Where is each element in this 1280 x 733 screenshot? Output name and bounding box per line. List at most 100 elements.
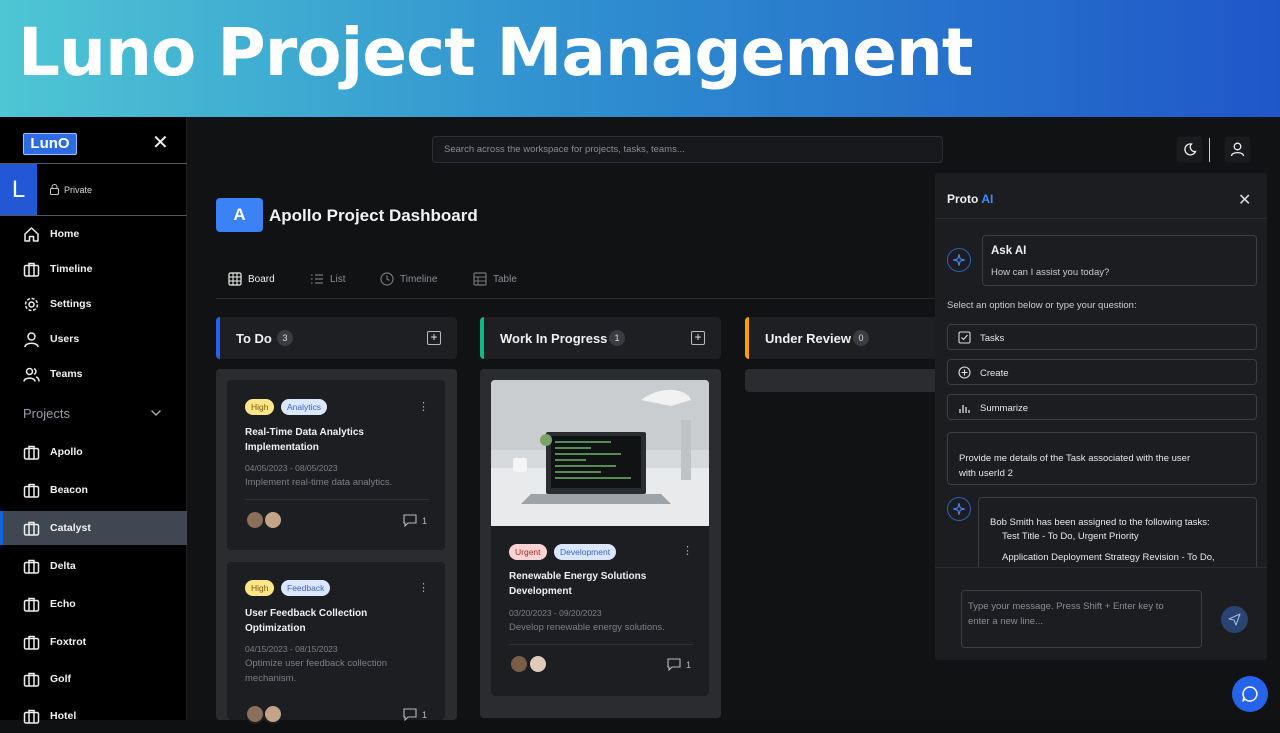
ai-option-create[interactable]: Create: [947, 359, 1257, 385]
projects-section-header[interactable]: Projects: [23, 406, 70, 421]
task-title: User Feedback Collection Optimization: [245, 608, 368, 634]
lock-icon: [50, 184, 59, 195]
chat-button[interactable]: [1232, 676, 1268, 712]
users-icon: [23, 367, 40, 382]
user-profile-icon[interactable]: [1224, 136, 1251, 163]
tab-timeline[interactable]: Timeline: [380, 271, 442, 291]
priority-badge: High: [245, 399, 275, 415]
comment-icon[interactable]: [403, 514, 417, 527]
column-count-badge: 3: [277, 330, 293, 346]
grid-icon: [228, 272, 242, 286]
avatar[interactable]: [263, 510, 283, 530]
column-count-badge: 0: [853, 330, 869, 346]
comment-icon[interactable]: [403, 708, 417, 721]
workspace-visibility: Private: [64, 185, 93, 195]
send-icon: [1228, 613, 1241, 626]
column-title: To Do: [236, 331, 272, 346]
tab-list[interactable]: List: [310, 271, 350, 291]
avatar[interactable]: [245, 510, 265, 530]
tab-table[interactable]: Table: [473, 271, 523, 291]
clock-icon: [380, 272, 394, 286]
project-item-apollo[interactable]: Apollo: [0, 435, 187, 469]
card-divider: [245, 499, 429, 500]
project-item-label: Hotel: [50, 710, 77, 722]
workspace-avatar: L: [0, 164, 37, 215]
project-item-golf[interactable]: Golf: [0, 662, 187, 696]
task-description: Develop renewable energy solutions.: [509, 622, 665, 633]
task-title: Renewable Energy Solutions Development: [509, 571, 647, 597]
dark-mode-toggle-icon[interactable]: [1176, 136, 1203, 163]
sidebar-item-settings[interactable]: Settings: [0, 287, 187, 321]
view-tabs: Board List Timeline Table: [216, 263, 936, 299]
avatar[interactable]: [245, 704, 265, 724]
task-dates: 03/20/2023 - 09/20/2023: [509, 608, 602, 618]
more-options-icon[interactable]: ⋮: [418, 583, 429, 594]
tab-board[interactable]: Board: [228, 271, 278, 291]
avatar[interactable]: [528, 654, 548, 674]
project-item-echo[interactable]: Echo: [0, 587, 187, 621]
column-color-bar: [216, 317, 220, 359]
app-logo[interactable]: LunO: [23, 133, 77, 155]
global-search-input[interactable]: Search across the workspace for projects…: [432, 136, 943, 163]
divider: [935, 567, 1267, 568]
project-item-beacon[interactable]: Beacon: [0, 473, 187, 507]
app-window: LunO ✕ L Private Home Timeline Settings …: [0, 117, 1280, 724]
sidebar-close-icon[interactable]: ✕: [152, 132, 169, 154]
laptop-desk-image: [491, 380, 709, 526]
user-message-bubble: Provide me details of the Task associate…: [947, 432, 1257, 485]
sparkle-icon: [947, 497, 971, 521]
briefcase-icon: [23, 521, 40, 536]
project-item-delta[interactable]: Delta: [0, 549, 187, 583]
promo-banner: Luno Project Management: [0, 0, 1280, 117]
column-body-todo: High Analytics ⋮ Real-Time Data Analytic…: [216, 369, 457, 724]
sidebar-item-home[interactable]: Home: [0, 217, 187, 251]
project-item-foxtrot[interactable]: Foxtrot: [0, 625, 187, 659]
ai-greeting-bubble: Ask AI How can I assist you today?: [982, 235, 1257, 286]
avatar[interactable]: [509, 654, 529, 674]
topbar-divider: [1209, 138, 1210, 162]
add-task-button[interactable]: +: [691, 331, 705, 345]
bar-chart-icon: [959, 405, 970, 413]
comment-icon[interactable]: [667, 658, 681, 671]
project-item-label: Echo: [50, 598, 76, 610]
task-card[interactable]: Urgent Development ⋮ Renewable Energy So…: [491, 380, 709, 696]
workspace-switcher[interactable]: L Private: [0, 163, 187, 216]
ai-assistant-panel: Proto AI ✕ Ask AI How can I assist you to…: [935, 173, 1267, 660]
chevron-down-icon[interactable]: [150, 408, 162, 418]
ai-message-input[interactable]: Type your message. Press Shift + Enter k…: [961, 590, 1202, 648]
column-title: Under Review: [765, 331, 851, 346]
sidebar-item-users[interactable]: Users: [0, 322, 187, 356]
avatar[interactable]: [263, 704, 283, 724]
column-color-bar: [480, 317, 484, 359]
project-item-catalyst[interactable]: Catalyst: [0, 511, 187, 545]
task-description: Implement real-time data analytics.: [245, 477, 393, 488]
more-options-icon[interactable]: ⋮: [418, 402, 429, 413]
sidebar-item-timeline[interactable]: Timeline: [0, 252, 187, 286]
comment-count: 1: [422, 516, 428, 526]
briefcase-icon: [23, 672, 40, 687]
close-icon[interactable]: ✕: [1238, 190, 1251, 210]
add-task-button[interactable]: +: [427, 331, 441, 345]
card-divider: [509, 644, 693, 645]
ai-response-bubble: Bob Smith has been assigned to the follo…: [978, 497, 1257, 567]
page-title: Apollo Project Dashboard: [269, 206, 478, 225]
task-card[interactable]: High Feedback ⋮ User Feedback Collection…: [227, 562, 445, 724]
chat-bubble-icon: [1242, 686, 1258, 702]
ai-option-tasks[interactable]: Tasks: [947, 324, 1257, 350]
task-card[interactable]: High Analytics ⋮ Real-Time Data Analytic…: [227, 380, 445, 550]
task-title: Real-Time Data Analytics Implementation: [245, 427, 364, 453]
sidebar-item-teams[interactable]: Teams: [0, 357, 187, 391]
project-item-label: Catalyst: [50, 522, 91, 534]
home-icon: [24, 227, 39, 242]
column-body-in-progress: Urgent Development ⋮ Renewable Energy So…: [480, 369, 721, 718]
more-options-icon[interactable]: ⋮: [682, 546, 693, 557]
priority-badge: High: [245, 580, 275, 596]
send-button[interactable]: [1221, 606, 1248, 633]
project-item-hotel[interactable]: Hotel: [0, 699, 187, 733]
ai-option-summarize[interactable]: Summarize: [947, 394, 1257, 420]
sidebar-item-label: Timeline: [50, 263, 93, 275]
sidebar-item-label: Settings: [50, 298, 92, 310]
sidebar-item-label: Users: [50, 333, 80, 345]
sidebar-item-label: Teams: [50, 368, 83, 380]
table-icon: [473, 272, 487, 286]
